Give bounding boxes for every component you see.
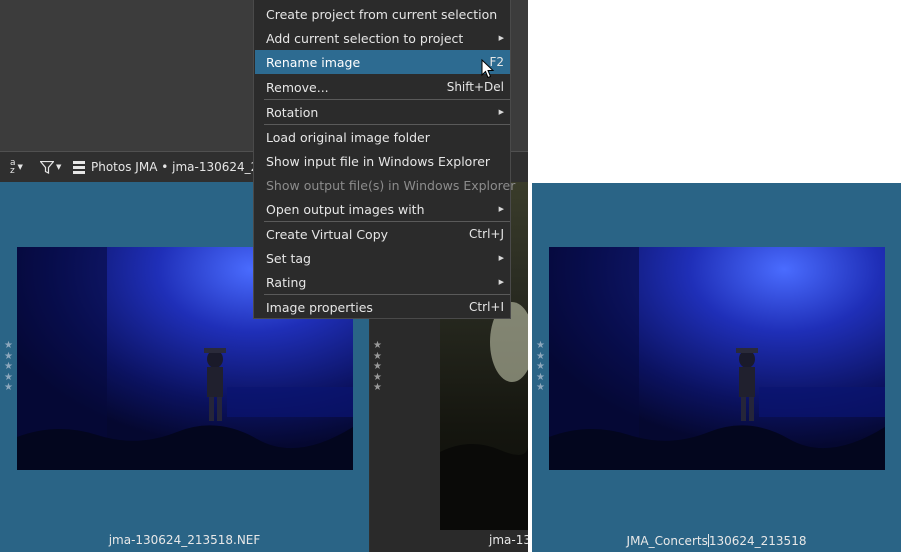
sort-icon[interactable]: a z ▼ bbox=[10, 152, 34, 182]
screen: a z ▼ ▼ Photos JMA • jma-130624_213 ★ ★ … bbox=[0, 0, 901, 552]
star-icon[interactable]: ★ bbox=[4, 340, 13, 352]
rename-text-before-cursor: JMA_Concerts bbox=[626, 534, 708, 548]
rows-view-icon[interactable] bbox=[73, 152, 85, 182]
submenu-arrow-icon: ▶ bbox=[498, 278, 504, 286]
rename-text-after-cursor: 130624_213518 bbox=[708, 534, 807, 548]
star-icon[interactable]: ★ bbox=[373, 361, 382, 373]
menu-item-label: Rotation bbox=[266, 104, 319, 120]
menu-item-label: Remove... bbox=[266, 79, 329, 95]
menu-item-create-project[interactable]: Create project from current selection bbox=[255, 2, 510, 26]
rating-stars[interactable]: ★ ★ ★ ★ ★ bbox=[373, 340, 382, 394]
menu-item-label: Open output images with bbox=[266, 201, 425, 217]
menu-item-add-to-project[interactable]: Add current selection to project ▶ bbox=[255, 26, 510, 50]
menu-item-label: Rename image bbox=[266, 54, 361, 70]
submenu-arrow-icon: ▶ bbox=[498, 34, 504, 42]
breadcrumb[interactable]: Photos JMA • jma-130624_213 bbox=[91, 152, 274, 182]
menu-item-open-output-with[interactable]: Open output images with ▶ bbox=[255, 197, 510, 221]
menu-item-show-output-files: Show output file(s) in Windows Explorer bbox=[255, 173, 515, 197]
submenu-arrow-icon: ▶ bbox=[498, 205, 504, 213]
menu-item-rating[interactable]: Rating ▶ bbox=[255, 270, 510, 294]
menu-item-label: Show output file(s) in Windows Explorer bbox=[266, 177, 516, 193]
mouse-pointer-icon bbox=[481, 59, 495, 79]
submenu-arrow-icon: ▶ bbox=[498, 108, 504, 116]
menu-item-set-tag[interactable]: Set tag ▶ bbox=[255, 246, 510, 270]
menu-item-label: Show input file in Windows Explorer bbox=[266, 153, 491, 169]
chevron-down-icon: ▼ bbox=[56, 163, 62, 171]
menu-item-label: Rating bbox=[266, 274, 307, 290]
star-icon[interactable]: ★ bbox=[536, 382, 545, 394]
menu-item-label: Set tag bbox=[266, 250, 311, 266]
menu-item-rename-image[interactable]: Rename image F2 bbox=[255, 50, 510, 74]
menu-item-label: Add current selection to project bbox=[266, 30, 464, 46]
chevron-down-icon: ▼ bbox=[17, 163, 23, 171]
star-icon[interactable]: ★ bbox=[373, 382, 382, 394]
rating-stars[interactable]: ★ ★ ★ ★ ★ bbox=[536, 340, 545, 394]
star-icon[interactable]: ★ bbox=[536, 361, 545, 373]
menu-item-rotation[interactable]: Rotation ▶ bbox=[255, 100, 510, 124]
menu-item-image-properties[interactable]: Image properties Ctrl+I bbox=[255, 295, 510, 319]
star-icon[interactable]: ★ bbox=[373, 340, 382, 352]
concert-photo-preview[interactable] bbox=[549, 247, 885, 470]
menu-item-show-input-file[interactable]: Show input file in Windows Explorer bbox=[255, 149, 510, 173]
menu-item-label: Image properties bbox=[266, 299, 373, 315]
menu-item-create-virtual-copy[interactable]: Create Virtual Copy Ctrl+J bbox=[255, 222, 510, 246]
menu-item-remove[interactable]: Remove... Shift+Del bbox=[255, 75, 510, 99]
preview-blank-area bbox=[528, 0, 901, 183]
rating-stars[interactable]: ★ ★ ★ ★ ★ bbox=[4, 340, 13, 394]
rename-input[interactable]: JMA_Concerts130624_213518 bbox=[532, 534, 901, 548]
menu-item-shortcut: Ctrl+J bbox=[469, 227, 504, 241]
preview-panel: ★ ★ ★ ★ ★ JMA_Concerts130624_213518 bbox=[532, 183, 901, 552]
menu-item-shortcut: Ctrl+I bbox=[469, 300, 504, 314]
filter-icon[interactable]: ▼ bbox=[40, 152, 61, 182]
star-icon[interactable]: ★ bbox=[4, 382, 13, 394]
thumbnail-filename: jma-130624_213518.NEF bbox=[108, 533, 261, 547]
menu-item-shortcut: Shift+Del bbox=[446, 80, 504, 94]
menu-item-label: Create project from current selection bbox=[266, 6, 498, 22]
menu-item-label: Create Virtual Copy bbox=[266, 226, 389, 242]
thumbnail-filename: jma-13 bbox=[489, 533, 528, 547]
menu-item-load-original-folder[interactable]: Load original image folder bbox=[255, 125, 510, 149]
context-menu: Create project from current selection Ad… bbox=[253, 0, 515, 319]
sort-z-glyph: z bbox=[10, 166, 15, 176]
menu-item-label: Load original image folder bbox=[266, 129, 430, 145]
star-icon[interactable]: ★ bbox=[4, 361, 13, 373]
star-icon[interactable]: ★ bbox=[536, 340, 545, 352]
submenu-arrow-icon: ▶ bbox=[498, 254, 504, 262]
